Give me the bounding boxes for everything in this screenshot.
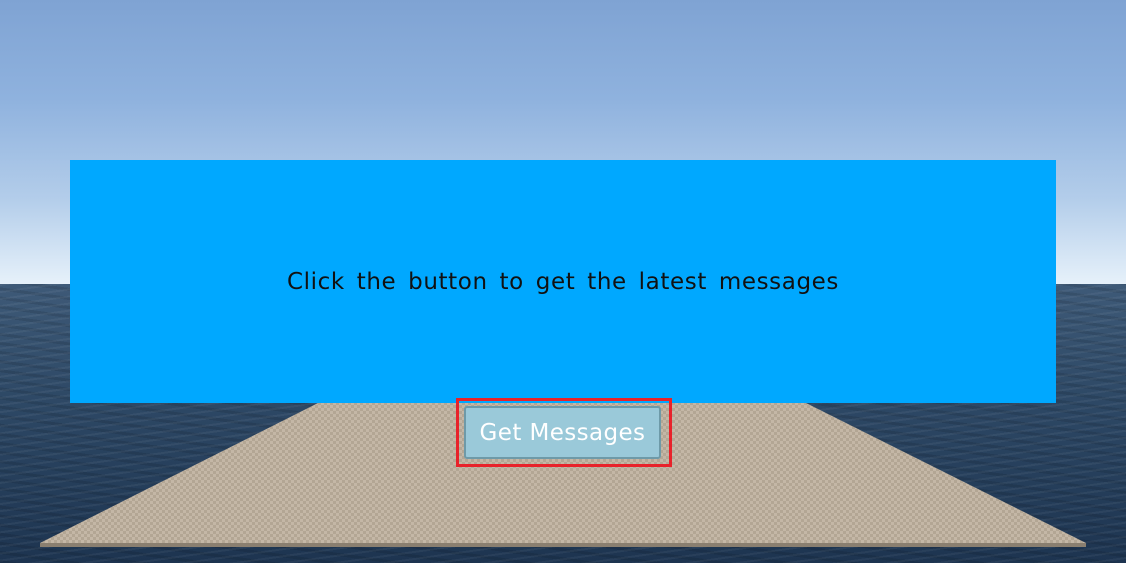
message-text: Click the button to get the latest messa… — [287, 268, 839, 295]
game-viewport: Click the button to get the latest messa… — [0, 0, 1126, 563]
message-panel: Click the button to get the latest messa… — [70, 160, 1056, 403]
get-messages-button[interactable]: Get Messages — [464, 406, 661, 459]
